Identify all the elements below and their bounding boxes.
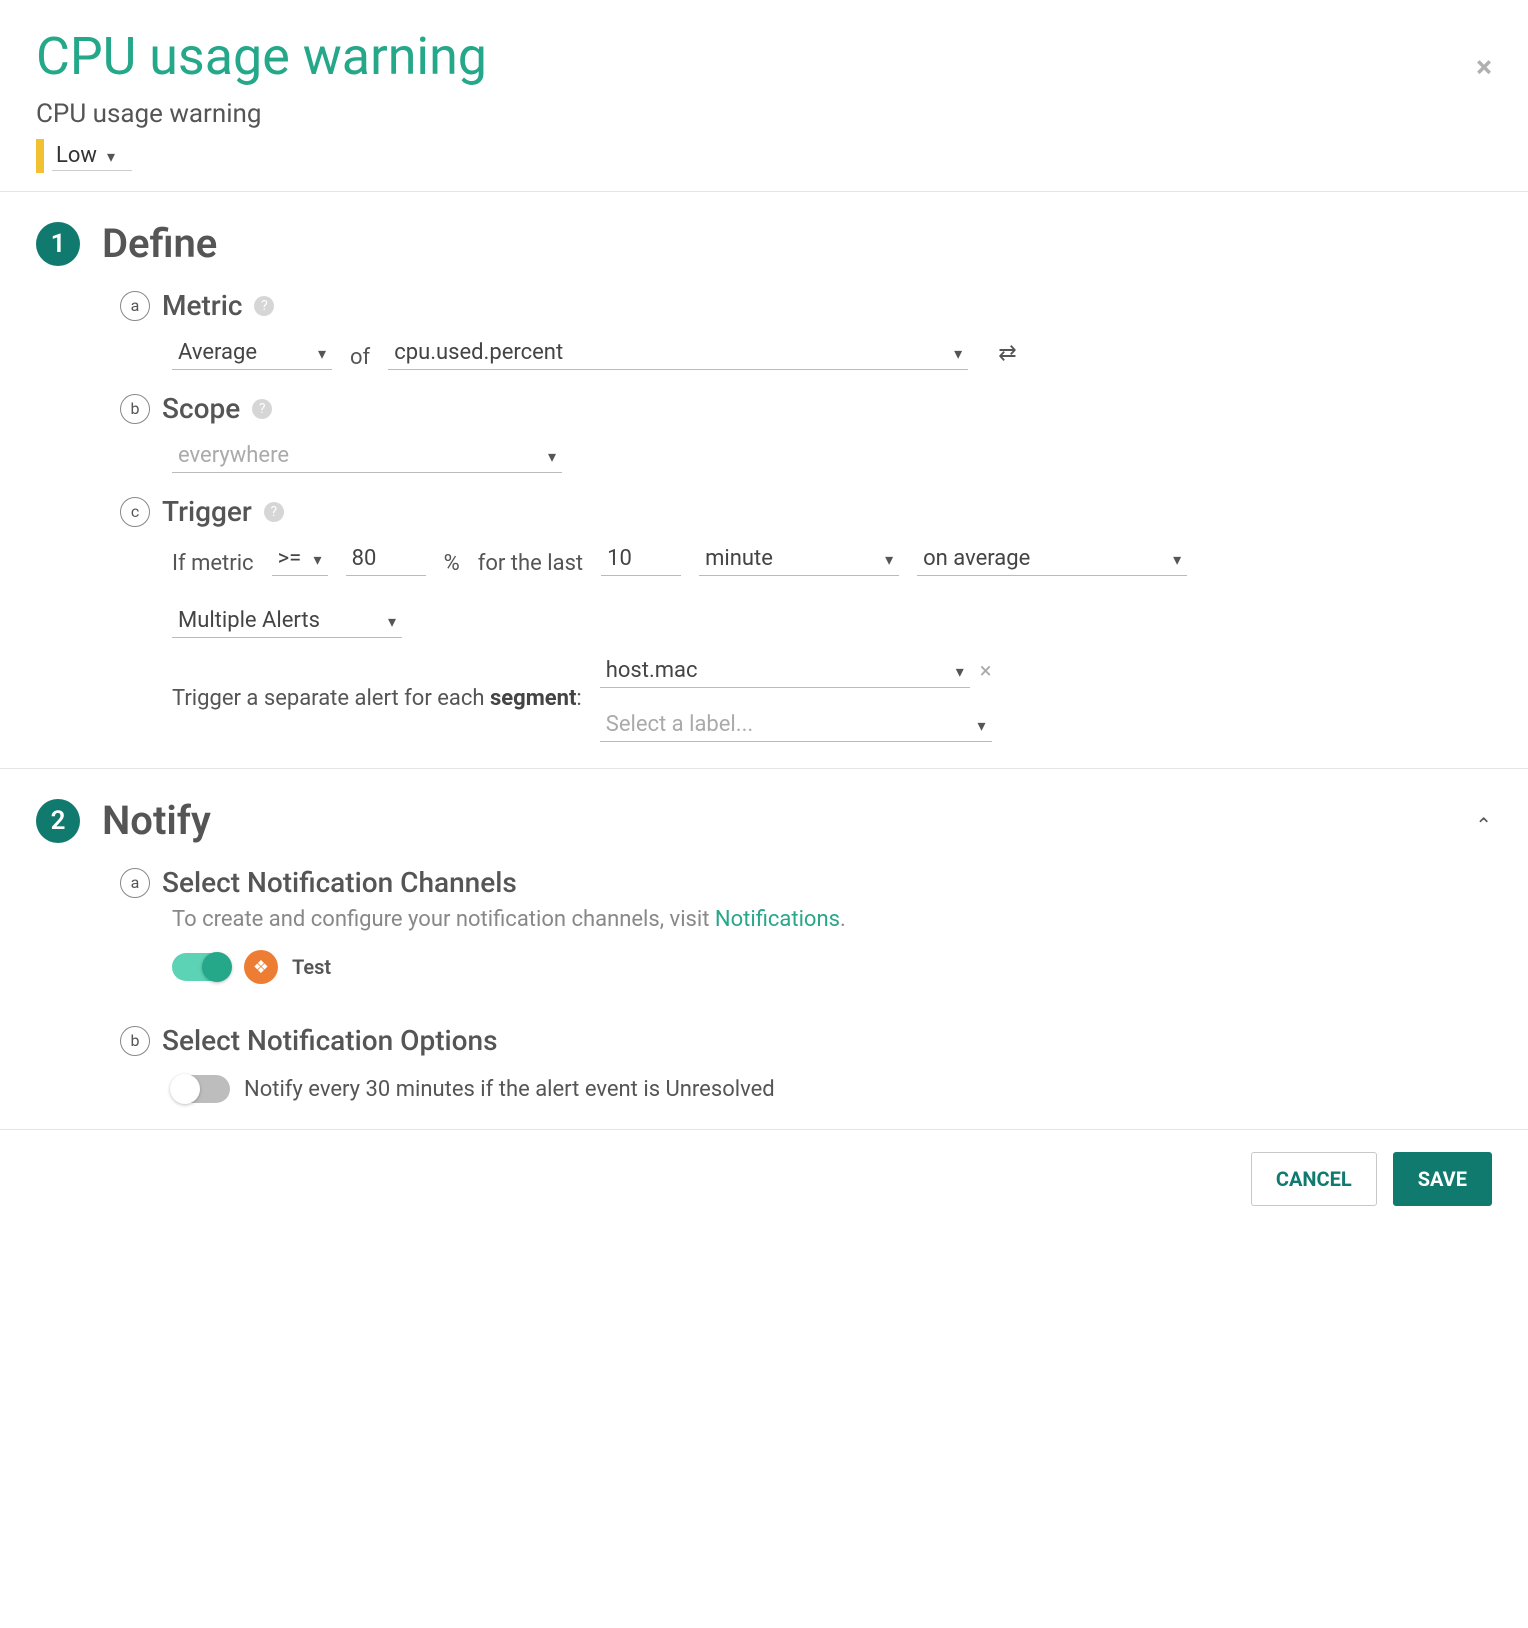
section-notify: ⌃ 2 Notify a Select Notification Channel… xyxy=(0,769,1528,1129)
threshold-input[interactable]: 80 xyxy=(346,542,426,576)
modal-header: × CPU usage warning CPU usage warning Lo… xyxy=(0,28,1528,191)
modal-footer: CANCEL SAVE xyxy=(0,1129,1528,1256)
chevron-down-icon xyxy=(318,340,326,365)
substep-a-notify: a xyxy=(120,868,150,898)
chevron-down-icon xyxy=(956,658,964,683)
substep-label-channels: Select Notification Channels xyxy=(162,866,517,899)
step-number-1: 1 xyxy=(36,222,80,266)
metric-name-select[interactable]: cpu.used.percent xyxy=(388,336,968,370)
duration-input[interactable]: 10 xyxy=(601,542,681,576)
swap-icon[interactable]: ⇄ xyxy=(998,341,1016,366)
substep-a: a xyxy=(120,291,150,321)
unit-select[interactable]: minute xyxy=(699,542,899,576)
substep-label-trigger: Trigger xyxy=(162,495,252,528)
substep-label-metric: Metric xyxy=(162,289,242,322)
help-icon[interactable]: ? xyxy=(252,399,272,419)
for-last-label: for the last xyxy=(478,551,583,576)
cancel-button[interactable]: CANCEL xyxy=(1251,1152,1377,1206)
substep-label-scope: Scope xyxy=(162,392,240,425)
step-number-2: 2 xyxy=(36,799,80,843)
multiple-alerts-select[interactable]: Multiple Alerts xyxy=(172,604,402,638)
substep-b: b xyxy=(120,394,150,424)
close-icon[interactable]: × xyxy=(1476,50,1492,85)
alert-edit-modal: × CPU usage warning CPU usage warning Lo… xyxy=(0,0,1528,1256)
segment-label: Trigger a separate alert for each segmen… xyxy=(172,686,582,711)
chevron-down-icon xyxy=(954,340,962,365)
help-icon[interactable]: ? xyxy=(254,296,274,316)
chevron-down-icon xyxy=(388,608,396,633)
chevron-down-icon xyxy=(548,443,556,468)
segment-select-add[interactable]: Select a label... xyxy=(600,708,992,742)
severity-color-bar xyxy=(36,139,44,173)
operator-select[interactable]: >= xyxy=(272,542,328,576)
aggregation-select[interactable]: Average xyxy=(172,336,332,370)
section-define: 1 Define a Metric ? Average of cpu.used.… xyxy=(0,192,1528,768)
reminder-text: Notify every 30 minutes if the alert eve… xyxy=(244,1077,775,1102)
alert-subtitle: CPU usage warning xyxy=(36,99,1492,129)
section-title-define: Define xyxy=(102,220,217,267)
if-metric-label: If metric xyxy=(172,551,254,576)
alert-title: CPU usage warning xyxy=(36,28,1492,85)
help-icon[interactable]: ? xyxy=(264,502,284,522)
notifications-link[interactable]: Notifications xyxy=(715,907,840,932)
chevron-down-icon xyxy=(1173,546,1181,571)
of-label: of xyxy=(350,345,370,370)
severity-select[interactable]: Low xyxy=(52,141,132,171)
reminder-toggle[interactable] xyxy=(172,1075,230,1103)
substep-c: c xyxy=(120,497,150,527)
collapse-icon[interactable]: ⌃ xyxy=(1475,813,1492,837)
substep-label-options: Select Notification Options xyxy=(162,1024,498,1057)
mode-select[interactable]: on average xyxy=(917,542,1187,576)
chevron-down-icon xyxy=(885,546,893,571)
remove-segment-icon[interactable]: × xyxy=(980,659,992,684)
channel-badge-icon: ❖ xyxy=(244,950,278,984)
save-button[interactable]: SAVE xyxy=(1393,1152,1492,1206)
channel-test-label: Test xyxy=(292,955,331,979)
chevron-down-icon xyxy=(107,143,115,168)
segment-select-1[interactable]: host.mac xyxy=(600,654,970,688)
channel-toggle[interactable] xyxy=(172,953,230,981)
chevron-down-icon xyxy=(977,712,985,737)
percent-label: % xyxy=(444,551,460,576)
chevron-down-icon xyxy=(314,546,322,571)
substep-b-notify: b xyxy=(120,1026,150,1056)
scope-select[interactable]: everywhere xyxy=(172,439,562,473)
section-title-notify: Notify xyxy=(102,797,211,844)
severity-value: Low xyxy=(56,143,97,168)
channels-description: To create and configure your notificatio… xyxy=(172,907,1492,932)
